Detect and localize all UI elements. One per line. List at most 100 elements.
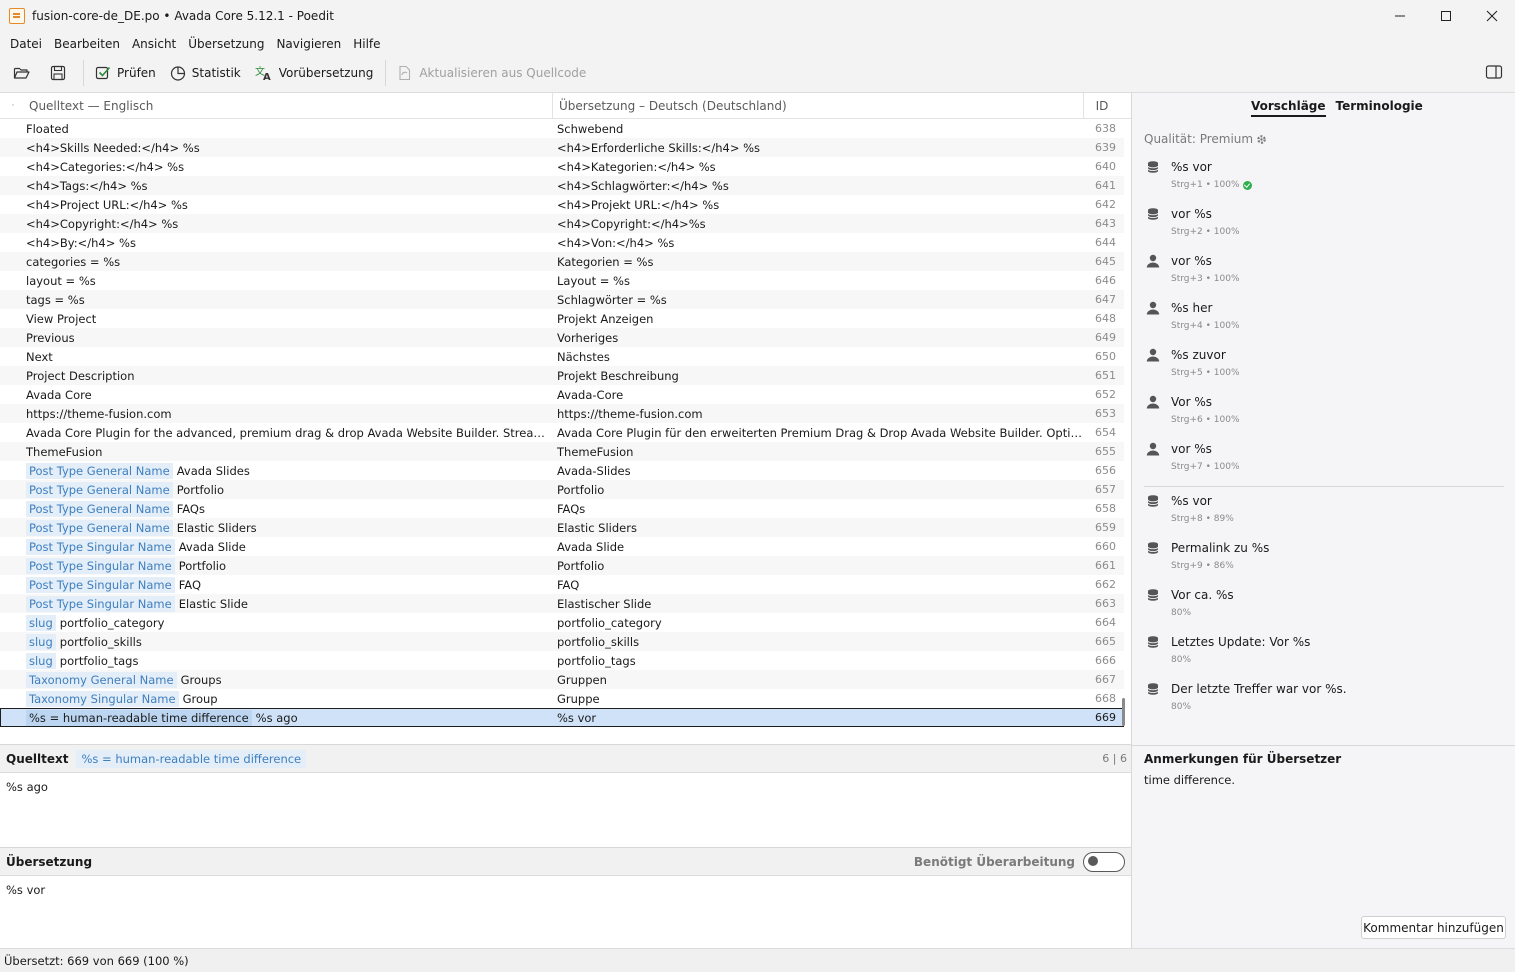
suggestion-item[interactable]: %s her Strg+4 • 100% [1146,301,1506,331]
table-row[interactable]: Post Type Singular Name Portfolio Portfoli… [0,556,1124,575]
database-icon [1146,588,1160,602]
suggestion-shortcut-score: Strg+8 • 89% [1171,514,1234,524]
suggestion-item[interactable]: Letztes Update: Vor %s 80% [1146,635,1506,665]
table-row[interactable]: slug portfolio_tags portfolio_tags 666 [0,651,1124,670]
row-id: 640 [1095,160,1116,173]
menu-edit[interactable]: Bearbeiten [48,32,126,56]
tab-terminology[interactable]: Terminologie [1336,99,1423,117]
minimize-button[interactable] [1377,0,1423,32]
pretranslate-button[interactable]: 文A Vorübersetzung [250,59,379,87]
status-column-header[interactable]: · [0,101,26,111]
menu-help[interactable]: Hilfe [347,32,386,56]
table-row[interactable]: Post Type Singular Name Avada Slide Avada … [0,537,1124,556]
row-id: 643 [1095,217,1116,230]
row-source-text: Avada Core Plugin for the advanced, prem… [26,425,553,440]
table-row[interactable]: ThemeFusion ThemeFusion 655 [0,442,1124,461]
window-title: fusion-core-de_DE.po • Avada Core 5.12.1… [32,9,334,23]
table-row[interactable]: Taxonomy General Name Groups Gruppen 667 [0,670,1124,689]
table-row[interactable]: Taxonomy Singular Name Group Gruppe 668 [0,689,1124,708]
menu-view[interactable]: Ansicht [126,32,182,56]
table-row[interactable]: Post Type Singular Name Elastic Slide Elas… [0,594,1124,613]
person-icon [1146,254,1160,268]
table-row[interactable]: <h4>Tags:</h4> %s <h4>Schlagwörter:</h4> … [0,176,1124,195]
open-button[interactable] [8,59,41,87]
row-translation: Avada Core Plugin für den erweiterten Pr… [557,425,1088,440]
suggestion-text: vor %s [1171,254,1212,268]
suggestion-item[interactable]: vor %s Strg+2 • 100% [1146,207,1506,237]
menu-translation[interactable]: Übersetzung [182,32,270,56]
table-row[interactable]: Floated Schwebend 638 [0,119,1124,138]
save-button[interactable] [45,59,76,87]
table-row[interactable]: layout = %s Layout = %s 646 [0,271,1124,290]
database-icon [1146,682,1160,696]
suggestion-item[interactable]: %s vor Strg+1 • 100% [1146,160,1506,190]
suggestion-item[interactable]: Vor ca. %s 80% [1146,588,1506,618]
table-row[interactable]: slug portfolio_category portfolio_category… [0,613,1124,632]
row-translation: Kategorien = %s [557,254,654,269]
table-row[interactable]: Post Type General Name Portfolio Portfolio… [0,480,1124,499]
row-source: Post Type Singular Name FAQ [0,576,553,593]
source-text-body: %s ago [6,780,48,794]
translation-list: · Quelltext — Englisch Übersetzung – Deu… [0,92,1131,744]
tab-suggestions[interactable]: Vorschläge [1251,99,1326,117]
table-row[interactable]: Avada Core Plugin for the advanced, prem… [0,423,1124,442]
menu-navigate[interactable]: Navigieren [270,32,347,56]
row-id: 638 [1095,122,1116,135]
translation-column-header[interactable]: Übersetzung – Deutsch (Deutschland) [553,92,1084,119]
suggestion-item[interactable]: %s zuvor Strg+5 • 100% [1146,348,1506,378]
row-source-text: %s ago [255,710,298,725]
menu-file[interactable]: Datei [4,32,48,56]
list-scrollbar[interactable] [1122,698,1125,726]
maximize-button[interactable] [1423,0,1469,32]
table-row[interactable]: <h4>By:</h4> %s <h4>Von:</h4> %s 644 [0,233,1124,252]
update-from-source-button[interactable]: Aktualisieren aus Quellcode [392,59,591,87]
add-comment-button[interactable]: Kommentar hinzufügen [1361,916,1506,939]
suggestion-shortcut-score: Strg+5 • 100% [1171,368,1240,378]
table-row[interactable]: <h4>Categories:</h4> %s <h4>Kategorien:</… [0,157,1124,176]
suggestion-item[interactable]: vor %s Strg+7 • 100% [1146,442,1506,472]
row-id: 647 [1095,293,1116,306]
row-context-tag: slug [26,614,56,631]
validate-button[interactable]: Prüfen [90,59,161,87]
table-row[interactable]: Post Type General Name Elastic Sliders Ela… [0,518,1124,537]
suggestion-item[interactable]: Vor %s Strg+6 • 100% [1146,395,1506,425]
suggestion-meta: Strg+2 • 100% [1171,227,1506,237]
table-row[interactable]: tags = %s Schlagwörter = %s 647 [0,290,1124,309]
table-row[interactable]: Previous Vorheriges 649 [0,328,1124,347]
row-source: <h4>Tags:</h4> %s [0,179,553,193]
source-column-header[interactable]: Quelltext — Englisch [26,92,553,119]
id-column-header[interactable]: ID [1084,99,1120,113]
table-row[interactable]: <h4>Project URL:</h4> %s <h4>Projekt URL:… [0,195,1124,214]
suggestion-item[interactable]: Der letzte Treffer war vor %s. 80% [1146,682,1506,712]
table-row[interactable]: <h4>Skills Needed:</h4> %s <h4>Erforderli… [0,138,1124,157]
suggestion-item[interactable]: %s vor Strg+8 • 89% [1146,494,1506,524]
table-row[interactable]: slug portfolio_skills portfolio_skills 665 [0,632,1124,651]
needs-work-toggle[interactable] [1083,851,1125,872]
table-row[interactable]: Post Type General Name FAQs FAQs 658 [0,499,1124,518]
row-translation: Elastischer Slide [557,596,652,611]
row-translation: FAQ [557,577,580,592]
table-row[interactable]: Next Nächstes 650 [0,347,1124,366]
suggestion-item[interactable]: Permalink zu %s Strg+9 • 86% [1146,541,1506,571]
translation-input[interactable]: %s vor [0,876,1131,904]
table-row[interactable]: categories = %s Kategorien = %s 645 [0,252,1124,271]
list-header: · Quelltext — Englisch Übersetzung – Deu… [0,92,1131,119]
suggestion-item[interactable]: vor %s Strg+3 • 100% [1146,254,1506,284]
table-row[interactable]: Project Description Projekt Beschreibung 6… [0,366,1124,385]
table-row[interactable]: <h4>Copyright:</h4> %s <h4>Copyright:</h4… [0,214,1124,233]
table-row[interactable]: %s = human-readable time difference %s ag… [0,708,1124,727]
table-row[interactable]: https://theme-fusion.com https://theme-fu… [0,404,1124,423]
quality-setting[interactable]: Qualität: Premium [1144,132,1267,146]
row-id: 667 [1095,673,1116,686]
table-row[interactable]: Post Type General Name Avada Slides Avada-… [0,461,1124,480]
row-source: categories = %s [0,255,553,269]
statistics-button[interactable]: Statistik [165,59,246,87]
toggle-sidebar-button[interactable] [1485,64,1503,83]
table-row[interactable]: View Project Projekt Anzeigen 648 [0,309,1124,328]
minimize-icon [1395,15,1405,17]
close-button[interactable] [1469,0,1515,32]
translation-panel: Übersetzung Benötigt Überarbeitung %s vo… [0,847,1131,948]
row-id: 646 [1095,274,1116,287]
table-row[interactable]: Avada Core Avada-Core 652 [0,385,1124,404]
table-row[interactable]: Post Type Singular Name FAQ FAQ 662 [0,575,1124,594]
